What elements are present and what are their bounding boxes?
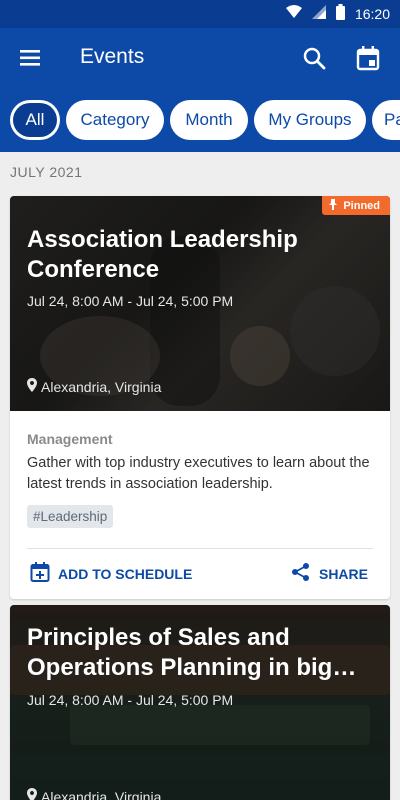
add-to-schedule-label: ADD TO SCHEDULE bbox=[58, 565, 193, 582]
event-title[interactable]: Principles of Sales and Operations Plann… bbox=[27, 623, 377, 683]
pinned-badge: Pinned bbox=[322, 196, 390, 215]
calendar-icon[interactable] bbox=[352, 42, 384, 74]
event-location: Alexandria, Virginia bbox=[27, 378, 161, 395]
page-title: Events bbox=[80, 45, 145, 68]
event-location: Alexandria, Virginia bbox=[27, 788, 161, 800]
status-time: 16:20 bbox=[354, 6, 390, 22]
share-button[interactable]: SHARE bbox=[291, 562, 368, 585]
filter-chip-month[interactable]: Month bbox=[170, 100, 248, 140]
filter-chip-all[interactable]: All bbox=[10, 100, 60, 140]
battery-icon bbox=[335, 3, 345, 25]
event-date: Jul 24, 8:00 AM - Jul 24, 5:00 PM bbox=[27, 293, 234, 309]
event-location-text: Alexandria, Virginia bbox=[41, 788, 162, 800]
pin-icon bbox=[328, 198, 338, 213]
event-card[interactable]: Pinned Association Leadership Conference… bbox=[10, 196, 390, 599]
filter-chip-my-groups[interactable]: My Groups bbox=[254, 100, 366, 140]
status-bar: 16:20 bbox=[0, 0, 400, 28]
section-header: JULY 2021 bbox=[10, 164, 83, 180]
event-hero-image: Pinned Association Leadership Conference… bbox=[10, 196, 390, 411]
add-to-schedule-button[interactable]: ADD TO SCHEDULE bbox=[30, 562, 192, 585]
event-location-text: Alexandria, Virginia bbox=[41, 378, 162, 395]
event-description: Gather with top industry executives to l… bbox=[27, 455, 370, 492]
event-date: Jul 24, 8:00 AM - Jul 24, 5:00 PM bbox=[27, 692, 234, 708]
location-pin-icon bbox=[27, 378, 37, 395]
card-actions: ADD TO SCHEDULE SHARE bbox=[10, 549, 390, 599]
filter-bar: All Category Month My Groups Pa bbox=[0, 88, 400, 152]
calendar-add-icon bbox=[30, 562, 50, 585]
event-title[interactable]: Association Leadership Conference bbox=[27, 225, 377, 285]
app-bar: Events bbox=[0, 28, 400, 88]
filter-chip-category[interactable]: Category bbox=[66, 100, 164, 140]
event-category: Management bbox=[27, 431, 113, 447]
event-hero-image: Principles of Sales and Operations Plann… bbox=[10, 605, 390, 800]
signal-icon bbox=[311, 4, 326, 24]
pinned-label: Pinned bbox=[343, 199, 380, 212]
event-tag[interactable]: #Leadership bbox=[27, 505, 114, 528]
wifi-icon bbox=[285, 4, 302, 24]
menu-icon[interactable] bbox=[16, 44, 46, 72]
location-pin-icon bbox=[27, 788, 37, 800]
share-label: SHARE bbox=[318, 565, 368, 582]
filter-chip-partial[interactable]: Pa bbox=[372, 100, 400, 140]
event-card[interactable]: Principles of Sales and Operations Plann… bbox=[10, 605, 390, 800]
share-icon bbox=[291, 562, 311, 585]
search-icon[interactable] bbox=[300, 44, 330, 74]
